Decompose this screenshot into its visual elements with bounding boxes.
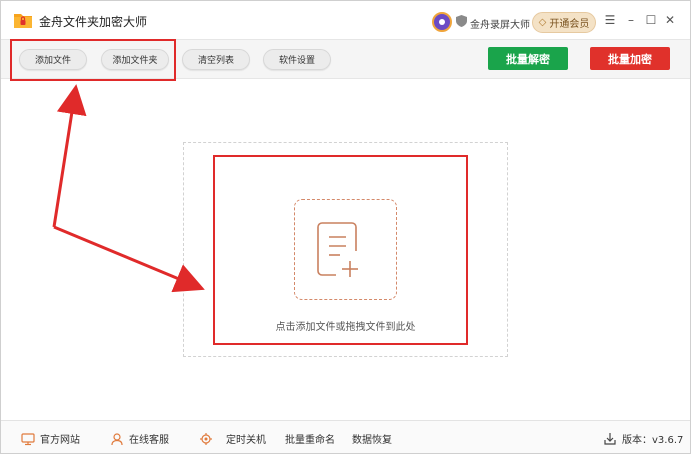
status-bar: 官方网站 在线客服 定时关机 批量重命名 数据恢复 版本：v3.6.7 — [1, 420, 690, 453]
shield-icon — [456, 15, 467, 27]
version-info[interactable]: 版本：v3.6.7 — [603, 431, 683, 446]
app-title: 金舟文件夹加密大师 — [39, 15, 148, 29]
promo-link[interactable]: 金舟录屏大师 — [470, 16, 530, 31]
diamond-icon: ◇ — [538, 17, 547, 28]
monitor-icon — [21, 432, 35, 445]
annotation-highlight-dropzone — [213, 155, 468, 345]
vip-button[interactable]: ◇ 开通会员 — [532, 12, 596, 33]
annotation-arrow-right — [53, 225, 205, 293]
scheduled-shutdown-label: 定时关机 — [226, 435, 266, 446]
data-recovery-link[interactable]: 数据恢复 — [352, 431, 392, 446]
clear-list-button[interactable]: 清空列表 — [182, 49, 250, 70]
vip-button-label: 开通会员 — [549, 19, 590, 30]
settings-button[interactable]: 软件设置 — [263, 49, 331, 70]
headset-user-icon — [111, 432, 123, 445]
annotation-arrow-up — [52, 84, 87, 228]
folder-lock-icon — [14, 14, 32, 28]
batch-rename-label: 批量重命名 — [285, 435, 335, 446]
annotation-highlight-toolbar — [10, 39, 176, 81]
official-site-label: 官方网站 — [40, 435, 80, 446]
minimize-icon[interactable]: – — [624, 13, 638, 27]
batch-encrypt-button[interactable]: 批量加密 — [590, 47, 670, 70]
screen-recorder-icon[interactable] — [432, 12, 452, 32]
app-window: 金舟文件夹加密大师 金舟录屏大师 ◇ 开通会员 ☰ – ☐ ✕ 添加文件 添加文… — [0, 0, 691, 454]
close-icon[interactable]: ✕ — [663, 13, 677, 27]
gear-clock-icon — [200, 432, 212, 445]
version-label: 版本：v3.6.7 — [622, 435, 684, 446]
batch-decrypt-button[interactable]: 批量解密 — [488, 47, 568, 70]
data-recovery-label: 数据恢复 — [352, 435, 392, 446]
download-icon — [604, 432, 616, 445]
online-service-link[interactable]: 在线客服 — [110, 431, 169, 446]
online-service-label: 在线客服 — [129, 435, 169, 446]
maximize-icon[interactable]: ☐ — [644, 13, 658, 27]
batch-rename-link[interactable]: 批量重命名 — [285, 431, 335, 446]
title-bar: 金舟文件夹加密大师 金舟录屏大师 ◇ 开通会员 ☰ – ☐ ✕ — [1, 1, 690, 39]
menu-icon[interactable]: ☰ — [603, 13, 617, 27]
official-site-link[interactable]: 官方网站 — [21, 431, 80, 446]
scheduled-shutdown-link[interactable]: 定时关机 — [199, 431, 266, 446]
